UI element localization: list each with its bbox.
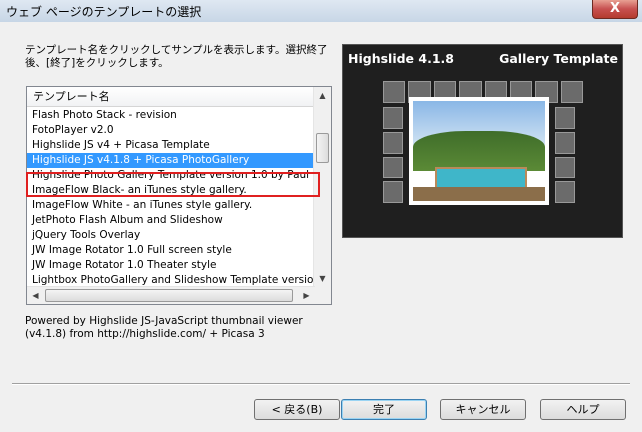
template-list[interactable]: テンプレート名 Flash Photo Stack - revision Fot… (26, 86, 332, 305)
template-description: Powered by Highslide JS-JavaScript thumb… (25, 315, 303, 340)
scroll-left-arrow-icon[interactable]: ◀ (27, 287, 44, 304)
close-button[interactable]: X (592, 0, 638, 19)
scrollbar-corner (314, 287, 331, 304)
template-preview: Highslide 4.1.8 Gallery Template (342, 44, 623, 238)
title-bar: ウェブ ページのテンプレートの選択 X (0, 0, 642, 23)
list-item[interactable]: JetPhoto Flash Album and Slideshow (27, 213, 315, 228)
separator (12, 383, 630, 385)
list-item[interactable]: ImageFlow White - an iTunes style galler… (27, 198, 315, 213)
scroll-right-arrow-icon[interactable]: ▶ (298, 287, 315, 304)
list-item[interactable]: FotoPlayer v2.0 (27, 123, 315, 138)
instructions-text: テンプレート名をクリックしてサンプルを表示します。選択終了後、[終了]をクリック… (25, 44, 328, 69)
preview-title-left: Highslide 4.1.8 (348, 51, 454, 66)
window-title: ウェブ ページのテンプレートの選択 (6, 5, 202, 19)
finish-button[interactable]: 完了 (341, 399, 427, 420)
horizontal-scroll-thumb[interactable] (45, 289, 293, 302)
preview-thumbnails-right (555, 107, 575, 203)
list-column-header[interactable]: テンプレート名 (27, 87, 315, 107)
vertical-scrollbar[interactable]: ▲ ▼ (313, 87, 331, 287)
preview-main-photo (409, 97, 549, 205)
vertical-scroll-thumb[interactable] (316, 133, 329, 163)
back-button[interactable]: < 戻る(B) (254, 399, 340, 420)
horizontal-scrollbar[interactable]: ◀ ▶ (27, 286, 315, 304)
dialog-body: テンプレート名をクリックしてサンプルを表示します。選択終了後、[終了]をクリック… (0, 22, 642, 432)
list-item[interactable]: Highslide JS v4 + Picasa Template (27, 138, 315, 153)
list-item[interactable]: jQuery Tools Overlay (27, 228, 315, 243)
list-item[interactable]: JW Image Rotator 1.0 Full screen style (27, 243, 315, 258)
list-item-selected[interactable]: Highslide JS v4.1.8 + Picasa PhotoGaller… (27, 153, 315, 168)
list-item[interactable]: JW Image Rotator 1.0 Theater style (27, 258, 315, 273)
cancel-button[interactable]: キャンセル (440, 399, 526, 420)
preview-thumbnails-left (383, 107, 403, 203)
list-item[interactable]: Flash Photo Stack - revision (27, 108, 315, 123)
scroll-up-arrow-icon[interactable]: ▲ (314, 87, 331, 104)
list-item[interactable]: ImageFlow Black- an iTunes style gallery… (27, 183, 315, 198)
list-item[interactable]: Highslide Photo Gallery Template version… (27, 168, 315, 183)
list-items: Flash Photo Stack - revision FotoPlayer … (27, 108, 315, 288)
preview-title-right: Gallery Template (499, 51, 618, 66)
scroll-down-arrow-icon[interactable]: ▼ (314, 270, 331, 287)
help-button[interactable]: ヘルプ (540, 399, 626, 420)
